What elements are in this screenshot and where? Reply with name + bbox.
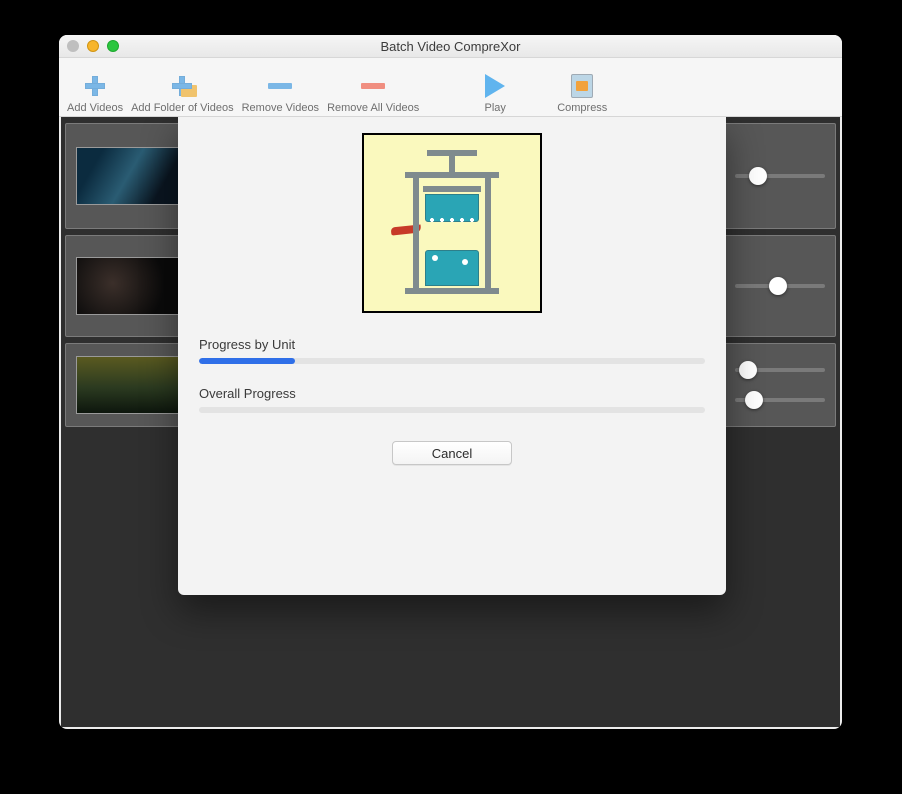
press-icon xyxy=(397,148,507,298)
window-title: Batch Video CompreXor xyxy=(381,39,521,54)
cancel-button-label: Cancel xyxy=(432,446,472,461)
slider[interactable] xyxy=(735,174,825,178)
app-window: Batch Video CompreXor Add Videos Add Fol… xyxy=(59,35,842,729)
toolbar-label: Play xyxy=(484,102,505,114)
minus-icon xyxy=(264,74,296,98)
window-controls xyxy=(67,40,119,52)
play-button[interactable]: Play xyxy=(475,60,515,114)
video-thumbnail xyxy=(76,147,180,205)
unit-progress-fill xyxy=(199,358,295,364)
add-folder-button[interactable]: Add Folder of Videos xyxy=(127,60,238,114)
unit-progress-bar xyxy=(199,358,705,364)
toolbar-label: Add Videos xyxy=(67,102,123,114)
video-list: Progress by Unit Overall Progress Cancel xyxy=(61,117,840,727)
slider[interactable] xyxy=(735,284,825,288)
overall-progress-label: Overall Progress xyxy=(199,386,705,401)
compressor-illustration xyxy=(362,133,542,313)
video-thumbnail xyxy=(76,257,180,315)
row-sliders xyxy=(735,284,825,288)
compress-button[interactable]: Compress xyxy=(553,60,611,114)
cancel-button[interactable]: Cancel xyxy=(392,441,512,465)
row-sliders xyxy=(735,368,825,402)
slider[interactable] xyxy=(735,368,825,372)
progress-sheet: Progress by Unit Overall Progress Cancel xyxy=(178,117,726,595)
toolbar: Add Videos Add Folder of Videos Remove V… xyxy=(59,58,842,117)
play-icon xyxy=(479,74,511,98)
close-icon[interactable] xyxy=(67,40,79,52)
minus-red-icon xyxy=(357,74,389,98)
toolbar-label: Compress xyxy=(557,102,607,114)
minimize-icon[interactable] xyxy=(87,40,99,52)
toolbar-label: Remove All Videos xyxy=(327,102,419,114)
video-thumbnail xyxy=(76,356,180,414)
toolbar-label: Remove Videos xyxy=(242,102,319,114)
row-sliders xyxy=(735,174,825,178)
slider[interactable] xyxy=(735,398,825,402)
titlebar: Batch Video CompreXor xyxy=(59,35,842,58)
remove-all-button[interactable]: Remove All Videos xyxy=(323,60,423,114)
add-videos-button[interactable]: Add Videos xyxy=(63,60,127,114)
toolbar-label: Add Folder of Videos xyxy=(131,102,234,114)
compress-icon xyxy=(566,74,598,98)
plus-icon xyxy=(79,74,111,98)
zoom-icon[interactable] xyxy=(107,40,119,52)
remove-videos-button[interactable]: Remove Videos xyxy=(238,60,323,114)
unit-progress-label: Progress by Unit xyxy=(199,337,705,352)
plus-folder-icon xyxy=(166,74,198,98)
overall-progress-bar xyxy=(199,407,705,413)
